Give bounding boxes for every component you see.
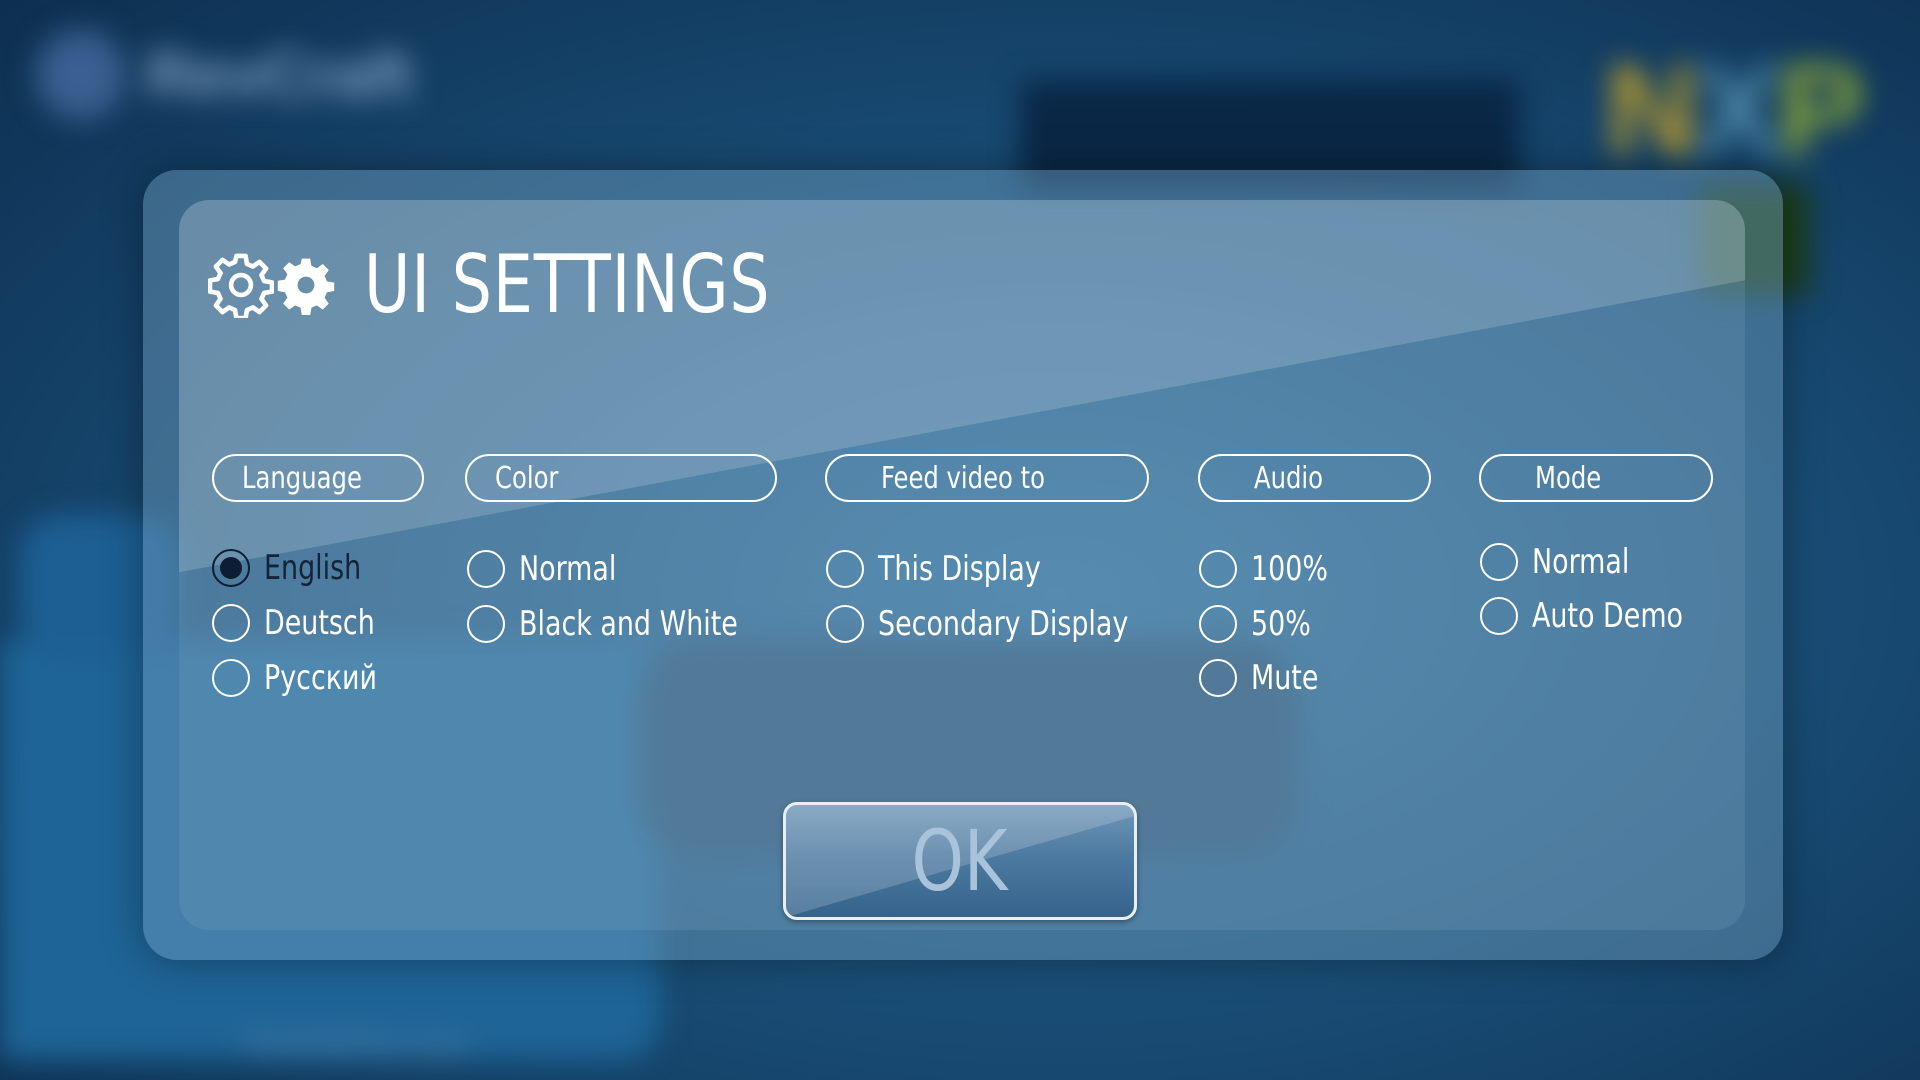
radio-button[interactable] (1199, 550, 1237, 588)
feed-option-this-display[interactable]: This Display (826, 549, 1063, 589)
audio-option-100[interactable]: 100% (1199, 549, 1338, 589)
mode-option-normal[interactable]: Normal (1480, 542, 1643, 582)
radio-button[interactable] (467, 550, 505, 588)
option-label: Black and White (519, 604, 738, 644)
ok-button-label: OK (912, 812, 1008, 910)
radio-button[interactable] (1199, 659, 1237, 697)
option-label: Mute (1251, 658, 1319, 698)
gear-outline-icon (208, 253, 274, 318)
mode-header-label: Mode (1535, 460, 1602, 496)
background-footer-text: Presented by Linux (245, 1028, 468, 1058)
radio-button[interactable] (826, 550, 864, 588)
brand-letter: P (1777, 37, 1865, 183)
option-label: English (264, 548, 362, 588)
radio-button[interactable] (1480, 543, 1518, 581)
background-logo: RevCraft (36, 30, 413, 120)
brand-logo: NXP (1605, 35, 1865, 185)
radio-button[interactable] (826, 605, 864, 643)
audio-header-label: Audio (1254, 460, 1324, 496)
dialog-title: UI SETTINGS (364, 238, 771, 331)
option-label: Normal (1532, 542, 1630, 582)
option-label: 100% (1251, 549, 1328, 589)
dialog-header: UI SETTINGS (208, 238, 826, 331)
mode-option-auto-demo[interactable]: Auto Demo (1480, 596, 1704, 636)
feed-option-secondary-display[interactable]: Secondary Display (826, 604, 1162, 644)
language-option-english[interactable]: English (212, 548, 374, 588)
option-label: Auto Demo (1532, 596, 1684, 636)
feed-video-header: Feed video to (825, 454, 1149, 502)
feed-video-header-label: Feed video to (881, 460, 1045, 496)
language-option-russian[interactable]: Русский (212, 658, 392, 698)
brand-letter: N (1605, 37, 1699, 183)
color-option-black-and-white[interactable]: Black and White (467, 604, 768, 644)
option-label: Deutsch (264, 603, 375, 643)
language-header-label: Language (242, 460, 362, 496)
color-header: Color (465, 454, 777, 502)
option-label: Русский (264, 658, 377, 698)
background-logo-text: RevCraft (146, 39, 413, 111)
option-label: 50% (1251, 604, 1311, 644)
color-option-normal[interactable]: Normal (467, 549, 630, 589)
color-header-label: Color (495, 460, 559, 496)
settings-icons (208, 252, 336, 318)
radio-dot (220, 557, 242, 579)
logo-mark-icon (36, 30, 126, 120)
radio-button[interactable] (1480, 597, 1518, 635)
radio-button[interactable] (1199, 605, 1237, 643)
ok-button[interactable]: OK (783, 802, 1137, 920)
gear-solid-icon (277, 258, 335, 315)
brand-letter: X (1694, 37, 1782, 183)
language-option-deutsch[interactable]: Deutsch (212, 603, 390, 643)
audio-option-mute[interactable]: Mute (1199, 658, 1328, 698)
option-label: Normal (519, 549, 617, 589)
radio-button[interactable] (212, 604, 250, 642)
mode-header: Mode (1479, 454, 1713, 502)
audio-header: Audio (1198, 454, 1431, 502)
option-label: Secondary Display (878, 604, 1129, 644)
radio-button[interactable] (467, 605, 505, 643)
option-label: This Display (878, 549, 1041, 589)
radio-button[interactable] (212, 549, 250, 587)
radio-button[interactable] (212, 659, 250, 697)
language-header: Language (212, 454, 424, 502)
audio-option-50[interactable]: 50% (1199, 604, 1319, 644)
